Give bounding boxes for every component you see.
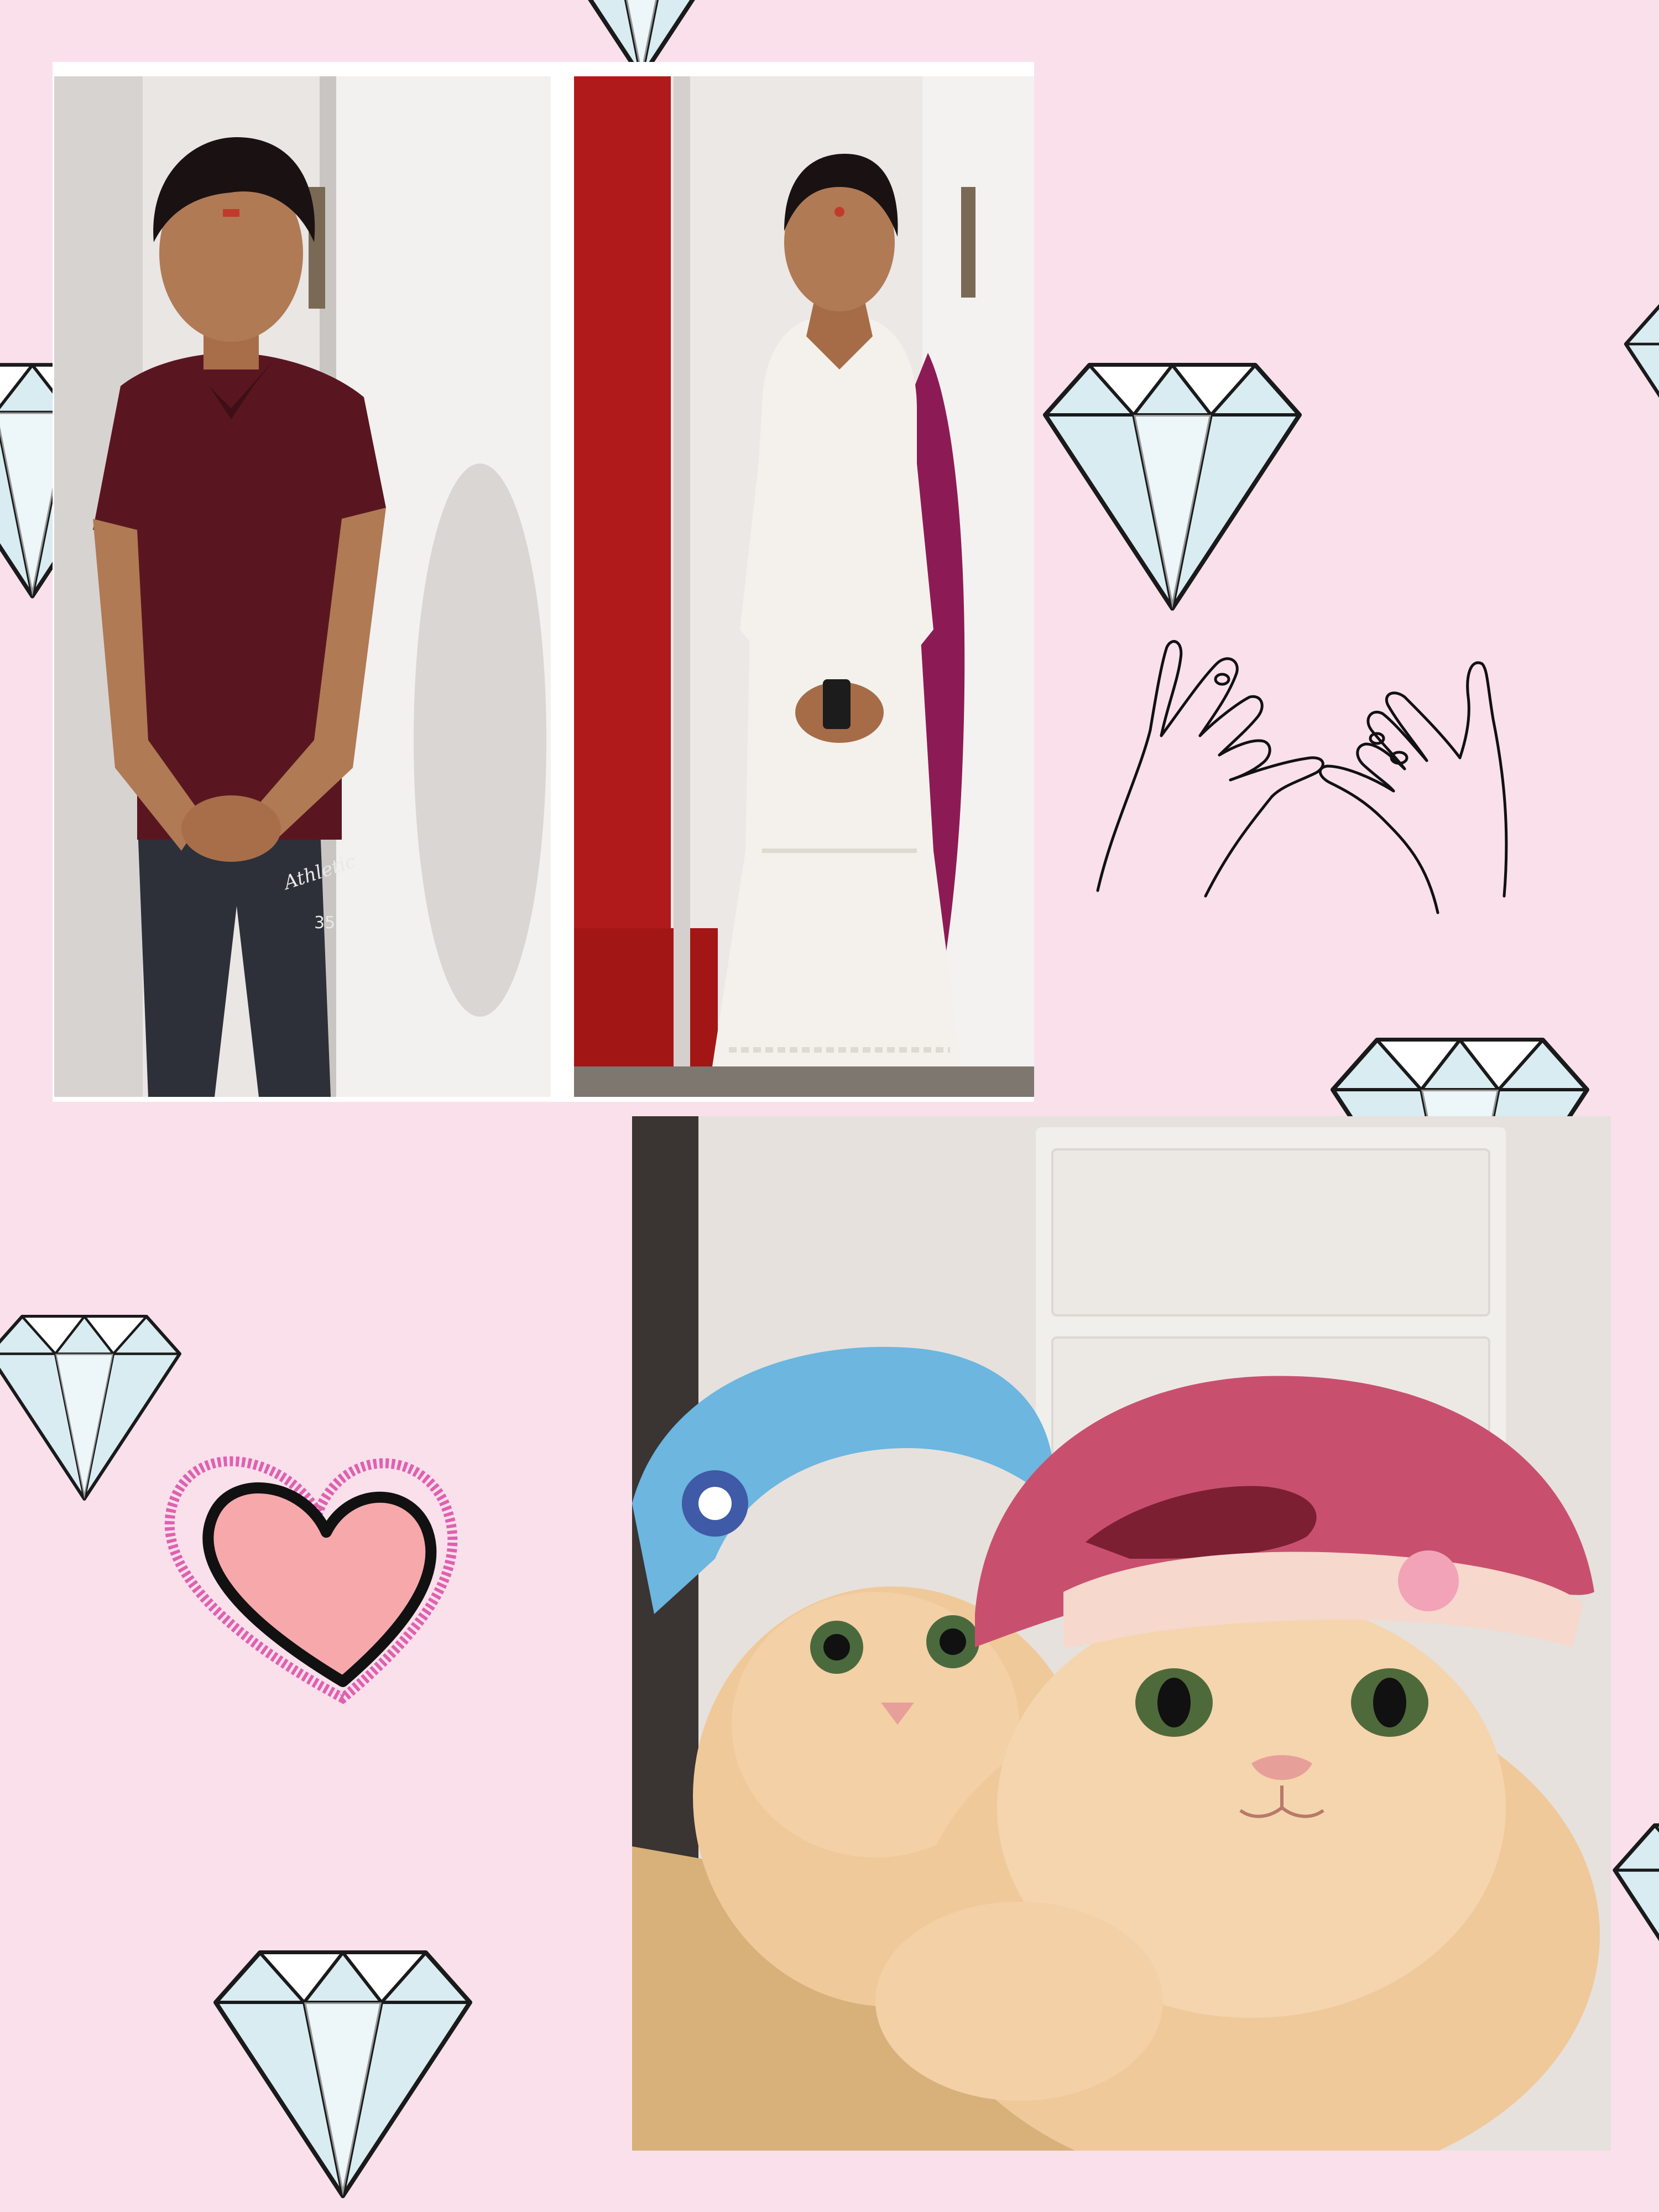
diamond-icon bbox=[1626, 304, 1659, 499]
diamond-icon bbox=[0, 1316, 180, 1499]
diamond-icon bbox=[1045, 365, 1300, 608]
photo-woman-in-white-kurta bbox=[574, 76, 1034, 1097]
diamond-icon bbox=[1615, 1825, 1659, 2044]
photo-two-cats-in-hats bbox=[632, 1116, 1611, 2151]
diamond-icon bbox=[216, 1953, 470, 2196]
photo-man-in-maroon-polo: Athletic 35 bbox=[54, 76, 551, 1097]
pinky-promise-hands-icon bbox=[1096, 640, 1508, 914]
heart-icon bbox=[164, 1456, 458, 1704]
shorts-logo-line2: 35 bbox=[314, 913, 335, 933]
